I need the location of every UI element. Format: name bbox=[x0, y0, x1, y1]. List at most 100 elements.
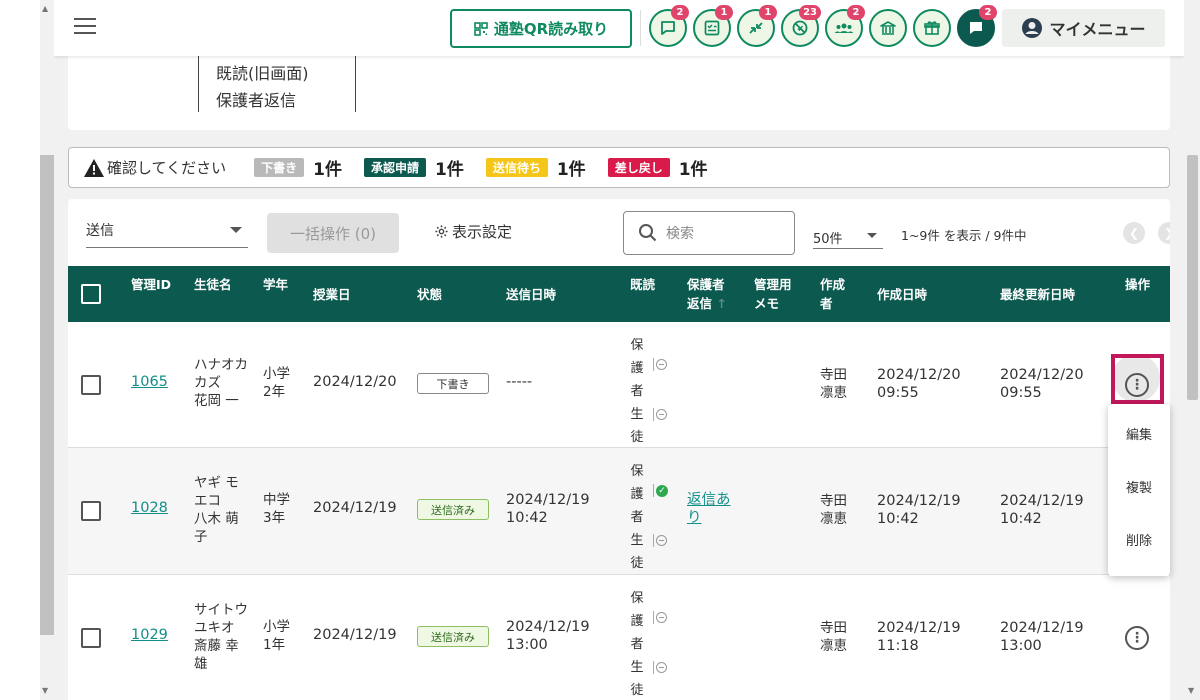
student-name: ハナオカ カズ 花岡 一 bbox=[194, 357, 248, 409]
chat-bubble-button[interactable]: 2 bbox=[649, 5, 689, 47]
minus-circle-icon bbox=[656, 409, 667, 420]
scroll-up-arrow-icon[interactable]: ▲ bbox=[42, 4, 48, 13]
row-checkbox[interactable] bbox=[81, 375, 101, 395]
col-memo-line2: メモ bbox=[754, 296, 780, 311]
group-button[interactable]: 2 bbox=[825, 5, 865, 47]
report-id-link[interactable]: 1065 bbox=[131, 374, 168, 390]
swap-badge: 1 bbox=[759, 5, 777, 20]
qr-code-icon bbox=[474, 21, 488, 36]
left-scrollbar[interactable]: ▲ ▼ bbox=[40, 0, 54, 700]
class-date: 2024/12/19 bbox=[313, 627, 397, 643]
display-settings-label: 表示設定 bbox=[452, 223, 513, 241]
guardian-unread-mark bbox=[653, 358, 669, 371]
table-row[interactable]: 1065 ハナオカ カズ 花岡 一 小学 2年 2024/12/20 下書き ----… bbox=[68, 322, 1170, 448]
message-button[interactable]: 2 bbox=[957, 5, 997, 47]
col-read[interactable]: 既読 bbox=[630, 275, 655, 294]
report-list-panel: 送信 一括操作 (0) 表示設定 検索 50件 1~9件 を表示 / 9件中 ❮… bbox=[68, 199, 1170, 700]
author: 寺田 凛恵 bbox=[820, 367, 847, 401]
swap-arrows-icon bbox=[749, 22, 763, 34]
right-scrollbar[interactable]: ▼ bbox=[1184, 0, 1200, 700]
col-id[interactable]: 管理ID bbox=[131, 275, 171, 294]
chevron-right-icon: ❯ bbox=[1164, 226, 1170, 240]
sent-at: ----- bbox=[506, 374, 533, 390]
student-grade: 小学 2年 bbox=[263, 366, 290, 400]
col-created-at[interactable]: 作成日時 bbox=[877, 285, 927, 304]
col-status[interactable]: 状態 bbox=[417, 285, 442, 304]
display-settings-button[interactable]: 表示設定 bbox=[434, 221, 512, 242]
swap-button[interactable]: 1 bbox=[737, 5, 777, 47]
gear-icon bbox=[435, 225, 448, 238]
no-entry-icon bbox=[792, 20, 808, 36]
col-updated-at[interactable]: 最終更新日時 bbox=[1000, 285, 1075, 304]
left-gutter bbox=[0, 0, 40, 700]
more-options-icon[interactable]: ⋮ bbox=[1125, 626, 1149, 650]
chat-badge: 2 bbox=[671, 5, 689, 20]
report-id-link[interactable]: 1029 bbox=[131, 627, 168, 643]
status-badge: 送信済み bbox=[417, 499, 489, 520]
per-page-select[interactable]: 50件 bbox=[813, 221, 883, 249]
pending-send-tag[interactable]: 送信待ち bbox=[485, 158, 548, 177]
col-memo[interactable]: 管理用 メモ bbox=[754, 275, 792, 313]
draft-count: 1件 bbox=[313, 160, 342, 180]
row-checkbox[interactable] bbox=[81, 628, 101, 648]
col-name[interactable]: 生徒名 bbox=[194, 275, 232, 294]
school-button[interactable] bbox=[869, 9, 907, 47]
col-author-line2: 者 bbox=[820, 296, 833, 311]
checklist-icon bbox=[704, 20, 720, 36]
group-badge: 2 bbox=[847, 5, 865, 20]
col-guardian-reply-line2: 返信 ↑ bbox=[687, 296, 727, 311]
sent-at: 2024/12/19 13:00 bbox=[506, 619, 590, 653]
group-icon bbox=[835, 23, 853, 33]
edit-menu-item[interactable]: 編集 bbox=[1108, 424, 1170, 443]
bulk-action-button[interactable]: 一括操作 (0) bbox=[267, 213, 399, 253]
student-grade: 小学 1年 bbox=[263, 619, 290, 653]
col-author-line1: 作成 bbox=[820, 277, 846, 292]
minus-circle-icon bbox=[656, 662, 667, 673]
user-avatar-icon bbox=[1022, 18, 1043, 38]
scroll-down-arrow-icon[interactable]: ▼ bbox=[1188, 686, 1194, 695]
info-box: 既読(旧画面) 保護者返信 bbox=[198, 54, 356, 112]
my-menu-button[interactable]: マイメニュー bbox=[1002, 9, 1165, 47]
no-entry-button[interactable]: 23 bbox=[781, 5, 821, 47]
delete-menu-item[interactable]: 削除 bbox=[1108, 530, 1170, 549]
gift-button[interactable] bbox=[913, 9, 951, 47]
draft-tag[interactable]: 下書き bbox=[254, 158, 305, 177]
checklist-button[interactable]: 1 bbox=[693, 5, 733, 47]
student-name: サイトウ ユキオ 斎藤 幸雄 bbox=[194, 602, 248, 672]
student-unread-mark bbox=[653, 661, 669, 674]
returned-tag[interactable]: 差し戻し bbox=[607, 158, 670, 177]
col-class-date[interactable]: 授業日 bbox=[313, 285, 351, 304]
minus-circle-icon bbox=[656, 359, 667, 370]
next-page-button[interactable]: ❯ bbox=[1158, 222, 1170, 244]
scroll-down-arrow-icon[interactable]: ▼ bbox=[42, 686, 48, 695]
prev-page-button[interactable]: ❮ bbox=[1123, 222, 1145, 244]
hamburger-menu-icon[interactable] bbox=[74, 18, 96, 36]
report-id-link[interactable]: 1028 bbox=[131, 500, 168, 516]
right-scrollbar-thumb[interactable] bbox=[1187, 155, 1198, 400]
table-header: 管理ID 生徒名 学年 授業日 状態 送信日時 既読 保護者 返信 ↑ 管理用 … bbox=[68, 266, 1170, 322]
copy-menu-item[interactable]: 複製 bbox=[1108, 477, 1170, 496]
search-input[interactable]: 検索 bbox=[623, 211, 795, 255]
reply-link[interactable]: 返信あり bbox=[687, 491, 731, 527]
read-labels: 保護者生徒 bbox=[630, 591, 644, 698]
guardian-read-mark: ✓ bbox=[653, 484, 669, 497]
approval-request-tag[interactable]: 承認申請 bbox=[363, 158, 426, 177]
row-checkbox[interactable] bbox=[81, 501, 101, 521]
table-row[interactable]: 1029 サイトウ ユキオ 斎藤 幸雄 小学 1年 2024/12/19 送信済み 2… bbox=[68, 575, 1170, 700]
toolbar-divider bbox=[640, 10, 641, 46]
col-author[interactable]: 作成 者 bbox=[820, 275, 845, 313]
left-scrollbar-thumb[interactable] bbox=[40, 155, 54, 635]
col-grade[interactable]: 学年 bbox=[263, 275, 288, 294]
send-filter-select[interactable]: 送信 bbox=[86, 215, 248, 248]
qr-scan-button[interactable]: 通塾QR読み取り bbox=[450, 9, 632, 48]
author: 寺田 凛恵 bbox=[820, 493, 847, 527]
select-all-checkbox[interactable] bbox=[81, 284, 101, 304]
more-button-highlight bbox=[1111, 354, 1164, 404]
created-at: 2024/12/19 10:42 bbox=[877, 493, 961, 527]
table-row[interactable]: 1028 ヤギ モエコ 八木 萌子 中学 3年 2024/12/19 送信済み 20… bbox=[68, 448, 1170, 575]
minus-circle-icon bbox=[656, 612, 667, 623]
col-actions: 操作 bbox=[1125, 277, 1151, 292]
search-icon bbox=[639, 224, 657, 242]
col-guardian-reply[interactable]: 保護者 返信 ↑ bbox=[687, 275, 727, 313]
col-sent-at[interactable]: 送信日時 bbox=[506, 285, 556, 304]
